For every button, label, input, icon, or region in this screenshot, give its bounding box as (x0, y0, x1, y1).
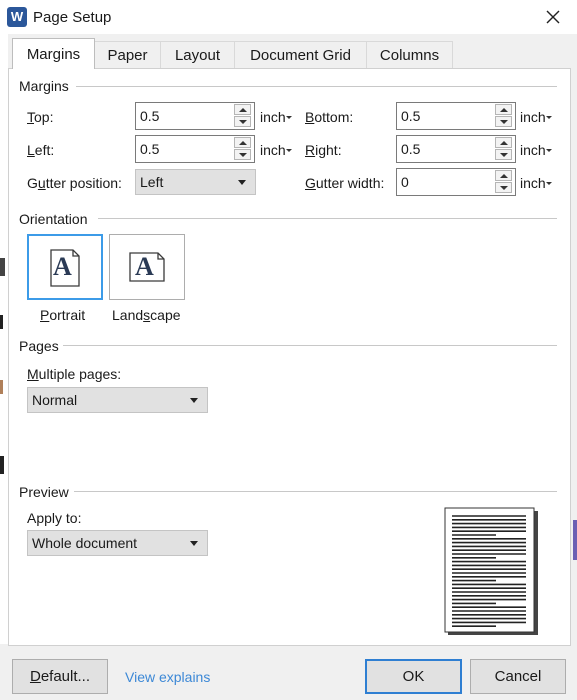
right-margin-input[interactable]: 0.5 (396, 135, 516, 163)
portrait-label[interactable]: Portrait (40, 307, 85, 323)
multiple-pages-label: Multiple pages: (27, 366, 122, 382)
unit-dropdown-icon (546, 149, 552, 152)
top-margin-increment[interactable] (234, 104, 251, 115)
left-margin-increment[interactable] (234, 137, 251, 148)
background-document-edge (0, 34, 8, 644)
portrait-glyph: A (53, 252, 72, 281)
landscape-glyph: A (135, 252, 154, 281)
gutter-width-decrement[interactable] (495, 182, 512, 193)
unit-dropdown-icon (546, 182, 552, 185)
gutter-width-value: 0 (401, 174, 409, 190)
left-margin-input[interactable]: 0.5 (135, 135, 255, 163)
arrow-up-icon (239, 141, 247, 145)
unit-dropdown-icon (286, 116, 292, 119)
arrow-up-icon (500, 108, 508, 112)
background-text-fragment (0, 315, 3, 329)
close-icon[interactable] (543, 7, 563, 27)
bottom-margin-input[interactable]: 0.5 (396, 102, 516, 130)
right-margin-increment[interactable] (495, 137, 512, 148)
arrow-down-icon (239, 153, 247, 157)
tab-document-grid[interactable]: Document Grid (234, 41, 367, 68)
preview-section-title: Preview (19, 484, 69, 500)
bottom-margin-decrement[interactable] (495, 116, 512, 127)
view-explains-link[interactable]: View explains (125, 669, 210, 685)
apply-to-select[interactable]: Whole document (27, 530, 208, 556)
arrow-down-icon (500, 186, 508, 190)
tab-margins[interactable]: Margins (12, 38, 95, 69)
apply-to-value: Whole document (32, 535, 138, 551)
cancel-button[interactable]: Cancel (470, 659, 566, 694)
bottom-margin-label: Bottom: (305, 109, 354, 125)
background-text-fragment (0, 380, 3, 394)
gutter-width-label: Gutter width: (305, 175, 385, 191)
wps-writer-app-icon: W (7, 7, 27, 27)
multiple-pages-value: Normal (32, 392, 78, 408)
bottom-margin-increment[interactable] (495, 104, 512, 115)
ok-button[interactable]: OK (365, 659, 462, 694)
gutter-width-increment[interactable] (495, 170, 512, 181)
bottom-margin-value: 0.5 (401, 108, 421, 124)
landscape-orientation-button[interactable]: A (109, 234, 185, 300)
apply-to-label: Apply to: (27, 510, 82, 526)
dialog-title: Page Setup (33, 9, 112, 26)
arrow-down-icon (500, 153, 508, 157)
left-margin-label: Left: (27, 142, 55, 158)
right-margin-unit[interactable]: inch (520, 142, 546, 158)
chevron-down-icon (238, 180, 246, 185)
top-margin-input[interactable]: 0.5 (135, 102, 255, 130)
landscape-label[interactable]: Landscape (112, 307, 181, 323)
preview-section-divider (74, 491, 557, 492)
background-text-fragment (573, 520, 577, 560)
top-margin-unit[interactable]: inch (260, 109, 286, 125)
left-margin-decrement[interactable] (234, 149, 251, 160)
pages-section-divider (63, 345, 557, 346)
top-margin-decrement[interactable] (234, 116, 251, 127)
gutter-position-select[interactable]: Left (135, 169, 256, 195)
arrow-up-icon (239, 108, 247, 112)
left-margin-unit[interactable]: inch (260, 142, 286, 158)
arrow-up-icon (500, 141, 508, 145)
unit-dropdown-icon (546, 116, 552, 119)
background-text-fragment (0, 456, 4, 474)
title-bar: W Page Setup (0, 0, 577, 34)
pages-section-title: Pages (19, 338, 59, 354)
portrait-orientation-button[interactable]: A (27, 234, 103, 300)
gutter-width-input[interactable]: 0 (396, 168, 516, 196)
unit-dropdown-icon (286, 149, 292, 152)
margins-section-divider (76, 86, 557, 87)
arrow-down-icon (239, 120, 247, 124)
bottom-margin-unit[interactable]: inch (520, 109, 546, 125)
arrow-up-icon (500, 174, 508, 178)
top-margin-label: Top: (27, 109, 54, 125)
orientation-section-divider (98, 218, 557, 219)
margins-section-title: Margins (19, 78, 69, 94)
arrow-down-icon (500, 120, 508, 124)
default-button[interactable]: Default... (12, 659, 108, 694)
multiple-pages-select[interactable]: Normal (27, 387, 208, 413)
chevron-down-icon (190, 398, 198, 403)
gutter-position-label: Gutter position: (27, 175, 122, 191)
chevron-down-icon (190, 541, 198, 546)
gutter-width-unit[interactable]: inch (520, 175, 546, 191)
tab-paper[interactable]: Paper (94, 41, 161, 68)
tab-columns[interactable]: Columns (366, 41, 453, 68)
page-preview-thumbnail (444, 507, 538, 635)
right-margin-label: Right: (305, 142, 342, 158)
left-margin-value: 0.5 (140, 141, 160, 157)
background-text-fragment (0, 258, 5, 276)
orientation-section-title: Orientation (19, 211, 88, 227)
right-margin-value: 0.5 (401, 141, 421, 157)
top-margin-value: 0.5 (140, 108, 160, 124)
tab-layout[interactable]: Layout (160, 41, 235, 68)
gutter-position-value: Left (140, 174, 164, 190)
right-margin-decrement[interactable] (495, 149, 512, 160)
